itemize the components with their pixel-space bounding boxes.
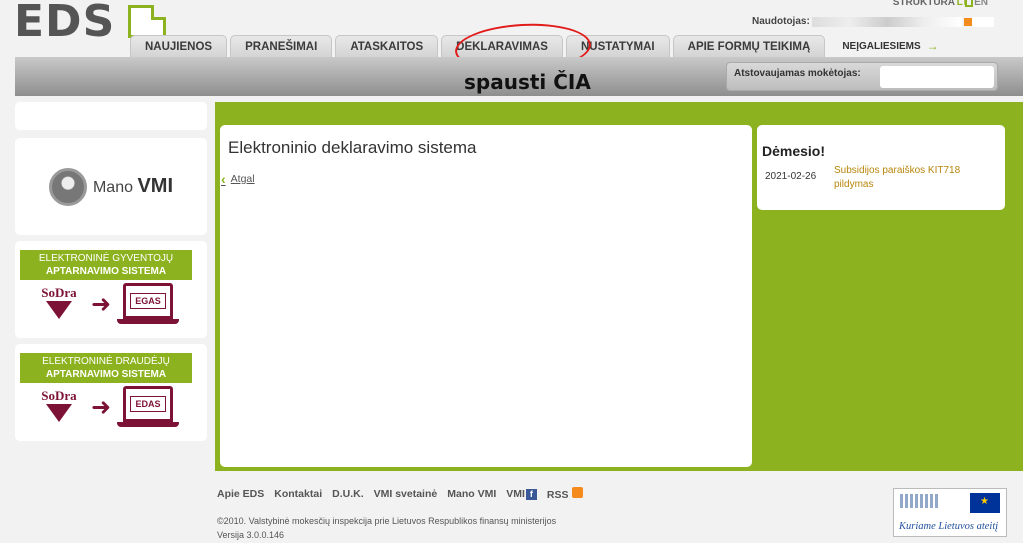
tab-deklaravimas[interactable]: DEKLARAVIMAS: [441, 35, 563, 57]
egas-banner[interactable]: ELEKTRONINĖ GYVENTOJŲ APTARNAVIMO SISTEM…: [15, 241, 207, 338]
footer-link-kontaktai[interactable]: Kontaktai: [274, 488, 322, 500]
copyright-text: ©2010. Valstybinė mokesčių inspekcija pr…: [217, 516, 557, 526]
mano-vmi-banner[interactable]: Mano VMI: [15, 138, 207, 235]
edas-banner[interactable]: ELEKTRONINĖ DRAUDĖJŲ APTARNAVIMO SISTEMA…: [15, 344, 207, 441]
eds-logo[interactable]: EDS: [14, 0, 116, 47]
tab-apie-formu-teikima[interactable]: APIE FORMŲ TEIKIMĄ: [672, 35, 826, 57]
edas-line1: ELEKTRONINĖ DRAUDĖJŲ: [42, 356, 170, 367]
edas-line2: APTARNAVIMO SISTEMA: [45, 369, 167, 380]
tab-ataskaitos[interactable]: ATASKAITOS: [335, 35, 439, 57]
sodra-text: SoDra: [41, 388, 77, 403]
person-icon: [48, 167, 87, 206]
footer-link-duk[interactable]: D.U.K.: [332, 488, 364, 500]
language-switch: LT EN: [957, 0, 988, 8]
sodra-emblem-icon: [46, 404, 72, 422]
user-info: Naudotojas:: [752, 16, 994, 27]
content-panel: Elektroninio deklaravimo sistema ‹ Atgal: [220, 125, 752, 467]
lang-lt[interactable]: LT: [957, 0, 968, 8]
egas-screen-label: EGAS: [130, 293, 166, 309]
representative-label: Atstovaujamas mokėtojas:: [734, 68, 861, 79]
laptop-icon: EGAS: [123, 283, 173, 319]
laptop-base: [117, 422, 179, 427]
main-nav: NAUJIENOS PRANEŠIMAI ATASKAITOS DEKLARAV…: [130, 35, 953, 57]
logo-text: EDS: [14, 0, 116, 47]
notice-title: Dėmesio!: [762, 143, 826, 159]
notice-panel: Dėmesio! 2021-02-26 Subsidijos paraiškos…: [757, 125, 1005, 210]
footer-rss-label: RSS: [546, 489, 569, 501]
egas-line1: ELEKTRONINĖ GYVENTOJŲ: [38, 253, 174, 264]
footer-copyright: ©2010. Valstybinė mokesčių inspekcija pr…: [217, 514, 556, 542]
tab-pranesimai[interactable]: PRANEŠIMAI: [230, 35, 333, 57]
mano-vmi-logo: Mano VMI: [48, 167, 173, 206]
facebook-icon: f: [525, 489, 537, 500]
sodra-emblem-icon: [46, 301, 72, 319]
structure-label: STRUKTŪRA: [892, 0, 955, 8]
sodra-logo: SoDra: [37, 285, 81, 319]
mano-vmi-text: Mano VMI: [93, 175, 173, 198]
eu-flag-icon: [970, 493, 1000, 513]
arrow-right-icon: ➜: [91, 291, 112, 318]
sodra-text: SoDra: [41, 285, 77, 300]
footer-link-rss[interactable]: RSS: [547, 487, 583, 501]
footer-links: Apie EDS Kontaktai D.U.K. VMI svetainė M…: [217, 487, 583, 501]
structural-funds-icon: [900, 494, 938, 508]
sidebar-top-panel: [15, 102, 207, 130]
arrow-right-icon: →: [926, 39, 939, 53]
sodra-logo: SoDra: [37, 388, 81, 422]
tab-nustatymai[interactable]: NUSTATYMAI: [565, 35, 670, 57]
version-text: Versija 3.0.0.146: [217, 530, 285, 540]
tab-naujienos[interactable]: NAUJIENOS: [130, 35, 228, 57]
representative-field[interactable]: [880, 66, 994, 88]
annotation-text: spausti ČIA: [464, 70, 591, 94]
notice-date: 2021-02-26: [765, 171, 817, 182]
footer-vmi-label: VMI: [506, 488, 525, 500]
egas-line2: APTARNAVIMO SISTEMA: [45, 266, 167, 277]
user-label: Naudotojas:: [752, 16, 810, 27]
footer-link-vmi-facebook[interactable]: VMI f: [506, 488, 537, 500]
lang-en[interactable]: EN: [974, 0, 988, 8]
back-link[interactable]: ‹ Atgal: [221, 171, 255, 187]
representative-box: Atstovaujamas mokėtojas:: [726, 62, 998, 91]
egas-header: ELEKTRONINĖ GYVENTOJŲ APTARNAVIMO SISTEM…: [20, 250, 192, 280]
rss-icon: [571, 487, 583, 498]
arrow-right-icon: ➜: [91, 394, 112, 421]
vmi-label: VMI: [137, 175, 174, 197]
document-icon: [128, 5, 166, 38]
redacted-area: [971, 16, 994, 27]
footer-link-mano-vmi[interactable]: Mano VMI: [447, 488, 496, 500]
edas-header: ELEKTRONINĖ DRAUDĖJŲ APTARNAVIMO SISTEMA: [20, 353, 192, 383]
user-name-redacted: [811, 16, 962, 27]
notice-link[interactable]: Subsidijos paraiškos KIT718 pildymas: [834, 164, 994, 192]
edas-screen-label: EDAS: [130, 396, 166, 412]
footer-link-vmi-svetaine[interactable]: VMI svetainė: [374, 488, 438, 500]
laptop-base: [117, 319, 179, 324]
accessibility-label: NEĮGALIESIEMS: [842, 40, 921, 52]
eu-slogan: Kuriame Lietuvos ateitį: [899, 521, 999, 532]
chevron-left-icon: ‹: [221, 171, 226, 187]
footer-link-apie-eds[interactable]: Apie EDS: [217, 488, 264, 500]
mano-label: Mano: [92, 179, 133, 196]
tab-accessibility[interactable]: NEĮGALIESIEMS →: [828, 35, 953, 57]
user-icon[interactable]: [963, 17, 972, 26]
back-label: Atgal: [230, 173, 255, 185]
page-title: Elektroninio deklaravimo sistema: [228, 138, 477, 157]
laptop-icon: EDAS: [123, 386, 173, 422]
eu-funds-logo[interactable]: Kuriame Lietuvos ateitį: [893, 488, 1007, 537]
